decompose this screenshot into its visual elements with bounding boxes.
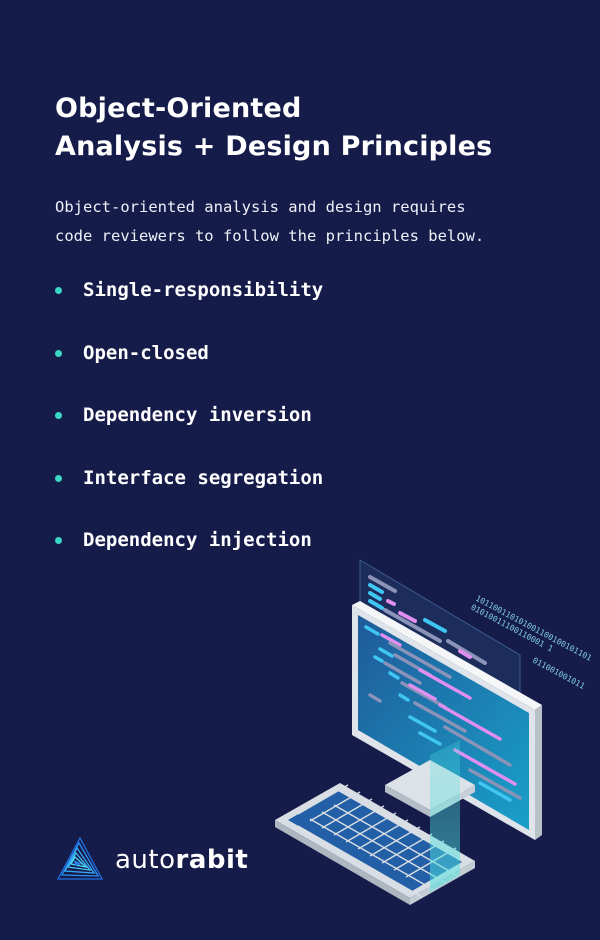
principle-label: Dependency injection [83,529,312,551]
principle-label: Single-responsibility [83,279,324,301]
principle-item: Single-responsibility [55,275,323,338]
bullet-icon [55,474,62,482]
principle-item: Dependency inversion [55,400,323,463]
intro-line-1: Object-oriented analysis and design requ… [55,198,466,216]
brand-name-light: auto [115,845,176,875]
principle-item: Open-closed [55,338,323,401]
light-beam [430,740,460,892]
principle-label: Open-closed [83,341,209,364]
brand-logo: autorabit [55,835,248,885]
bullet-icon [55,537,62,544]
intro-line-2: code reviewers to follow the principles … [55,227,485,245]
intro-text: Object-oriented analysis and design requ… [55,193,575,251]
principle-label: Interface segregation [83,466,324,489]
bullet-icon [55,349,62,357]
principle-label: Dependency inversion [83,404,312,426]
principle-item: Interface segregation [55,463,323,526]
brand-name-bold: rabit [175,845,249,875]
bullet-icon [55,287,62,294]
title-line-2: Analysis + Design Principles [55,131,493,162]
binary-line-3: 011001001011 [531,656,586,691]
computer-code-icon: 101100110101001100100101101 010100111001… [275,559,593,905]
autorabit-logo-icon [56,836,104,880]
page-title: Object-Oriented Analysis + Design Princi… [55,90,492,166]
bullet-icon [55,412,62,419]
principles-list: Single-responsibility Open-closed Depend… [55,275,323,588]
title-line-1: Object-Oriented [55,93,302,124]
brand-name: autorabit [115,845,248,875]
